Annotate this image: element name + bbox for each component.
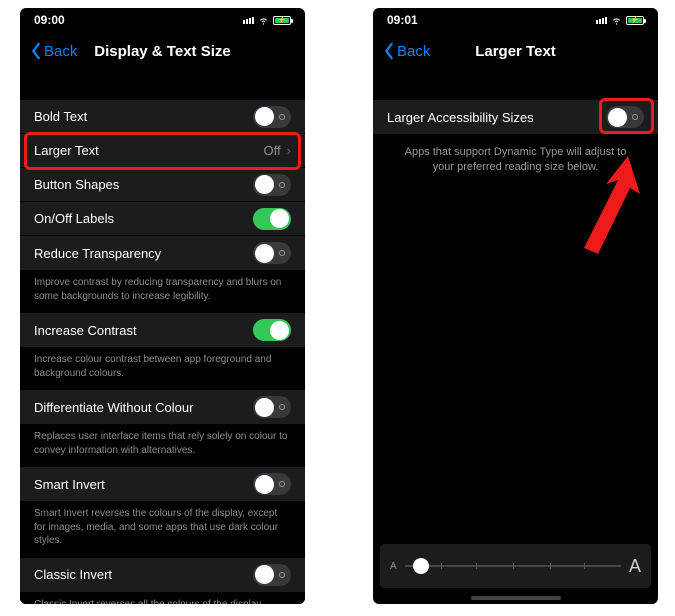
row-button-shapes[interactable]: Button Shapes <box>20 168 305 202</box>
footer-contrast: Increase colour contrast between app for… <box>20 348 305 390</box>
label: Differentiate Without Colour <box>34 400 193 415</box>
toggle-onoff-labels[interactable] <box>253 208 291 230</box>
label: Smart Invert <box>34 477 105 492</box>
label: On/Off Labels <box>34 211 114 226</box>
footer-smart-invert: Smart Invert reverses the colours of the… <box>20 502 305 558</box>
cellular-icon <box>596 17 607 24</box>
letter-small: A <box>390 561 397 572</box>
label: Bold Text <box>34 109 87 124</box>
label: Larger Text <box>34 143 99 158</box>
cellular-icon <box>243 17 254 24</box>
row-reduce-transparency[interactable]: Reduce Transparency <box>20 236 305 270</box>
chevron-left-icon <box>30 42 42 60</box>
phone-display-text-size: 09:00 ⚡ Back Display & Text Size Bold Te… <box>20 8 305 604</box>
toggle-button-shapes[interactable] <box>253 174 291 196</box>
toggle-smart-invert[interactable] <box>253 473 291 495</box>
label: Larger Accessibility Sizes <box>387 110 534 125</box>
status-time: 09:00 <box>34 13 65 27</box>
back-button[interactable]: Back <box>383 42 430 60</box>
chevron-right-icon: › <box>287 143 291 158</box>
label: Reduce Transparency <box>34 246 161 261</box>
dynamic-type-description: Apps that support Dynamic Type will adju… <box>373 135 658 176</box>
row-larger-text[interactable]: Larger Text Off › <box>20 134 305 168</box>
label: Button Shapes <box>34 177 119 192</box>
back-button[interactable]: Back <box>30 42 77 60</box>
toggle-reduce-transparency[interactable] <box>253 242 291 264</box>
chevron-left-icon <box>383 42 395 60</box>
footer-transparency: Improve contrast by reducing transparenc… <box>20 271 305 313</box>
row-smart-invert[interactable]: Smart Invert <box>20 467 305 501</box>
row-classic-invert[interactable]: Classic Invert <box>20 558 305 592</box>
letter-large: A <box>629 556 641 577</box>
settings-group-5: Classic Invert <box>20 558 305 592</box>
row-diff-without-colour[interactable]: Differentiate Without Colour <box>20 390 305 424</box>
settings-group-4: Smart Invert <box>20 467 305 501</box>
spacer <box>373 74 658 100</box>
home-indicator <box>471 596 561 600</box>
status-bar: 09:01 ⚡ <box>373 8 658 28</box>
row-onoff-labels[interactable]: On/Off Labels <box>20 202 305 236</box>
toggle-larger-accessibility-sizes[interactable] <box>606 106 644 128</box>
label: Increase Contrast <box>34 323 137 338</box>
label: Classic Invert <box>34 567 112 582</box>
toggle-diff-without-colour[interactable] <box>253 396 291 418</box>
toggle-classic-invert[interactable] <box>253 564 291 586</box>
row-increase-contrast[interactable]: Increase Contrast <box>20 313 305 347</box>
settings-group-3: Differentiate Without Colour <box>20 390 305 424</box>
toggle-bold-text[interactable] <box>253 106 291 128</box>
status-time: 09:01 <box>387 13 418 27</box>
battery-icon: ⚡ <box>273 16 291 25</box>
nav-header: Back Display & Text Size <box>20 28 305 74</box>
wifi-icon <box>258 15 269 26</box>
row-larger-accessibility-sizes[interactable]: Larger Accessibility Sizes <box>373 100 658 134</box>
settings-group-1: Bold Text Larger Text Off › Button Shape… <box>20 100 305 270</box>
value: Off <box>264 143 281 158</box>
text-size-slider[interactable]: A A <box>380 544 651 588</box>
slider-thumb[interactable] <box>413 558 429 574</box>
settings-group-2: Increase Contrast <box>20 313 305 347</box>
footer-classic-invert: Classic Invert reverses all the colours … <box>20 593 305 605</box>
phone-larger-text: 09:01 ⚡ Back Larger Text Larger Accessib… <box>373 8 658 604</box>
slider-track[interactable] <box>405 565 621 567</box>
back-label: Back <box>44 43 77 60</box>
nav-header: Back Larger Text <box>373 28 658 74</box>
spacer <box>20 74 305 100</box>
status-indicators: ⚡ <box>596 15 644 26</box>
settings-group: Larger Accessibility Sizes <box>373 100 658 134</box>
battery-icon: ⚡ <box>626 16 644 25</box>
footer-diff-colour: Replaces user interface items that rely … <box>20 425 305 467</box>
row-bold-text[interactable]: Bold Text <box>20 100 305 134</box>
wifi-icon <box>611 15 622 26</box>
back-label: Back <box>397 43 430 60</box>
toggle-increase-contrast[interactable] <box>253 319 291 341</box>
status-bar: 09:00 ⚡ <box>20 8 305 28</box>
status-indicators: ⚡ <box>243 15 291 26</box>
